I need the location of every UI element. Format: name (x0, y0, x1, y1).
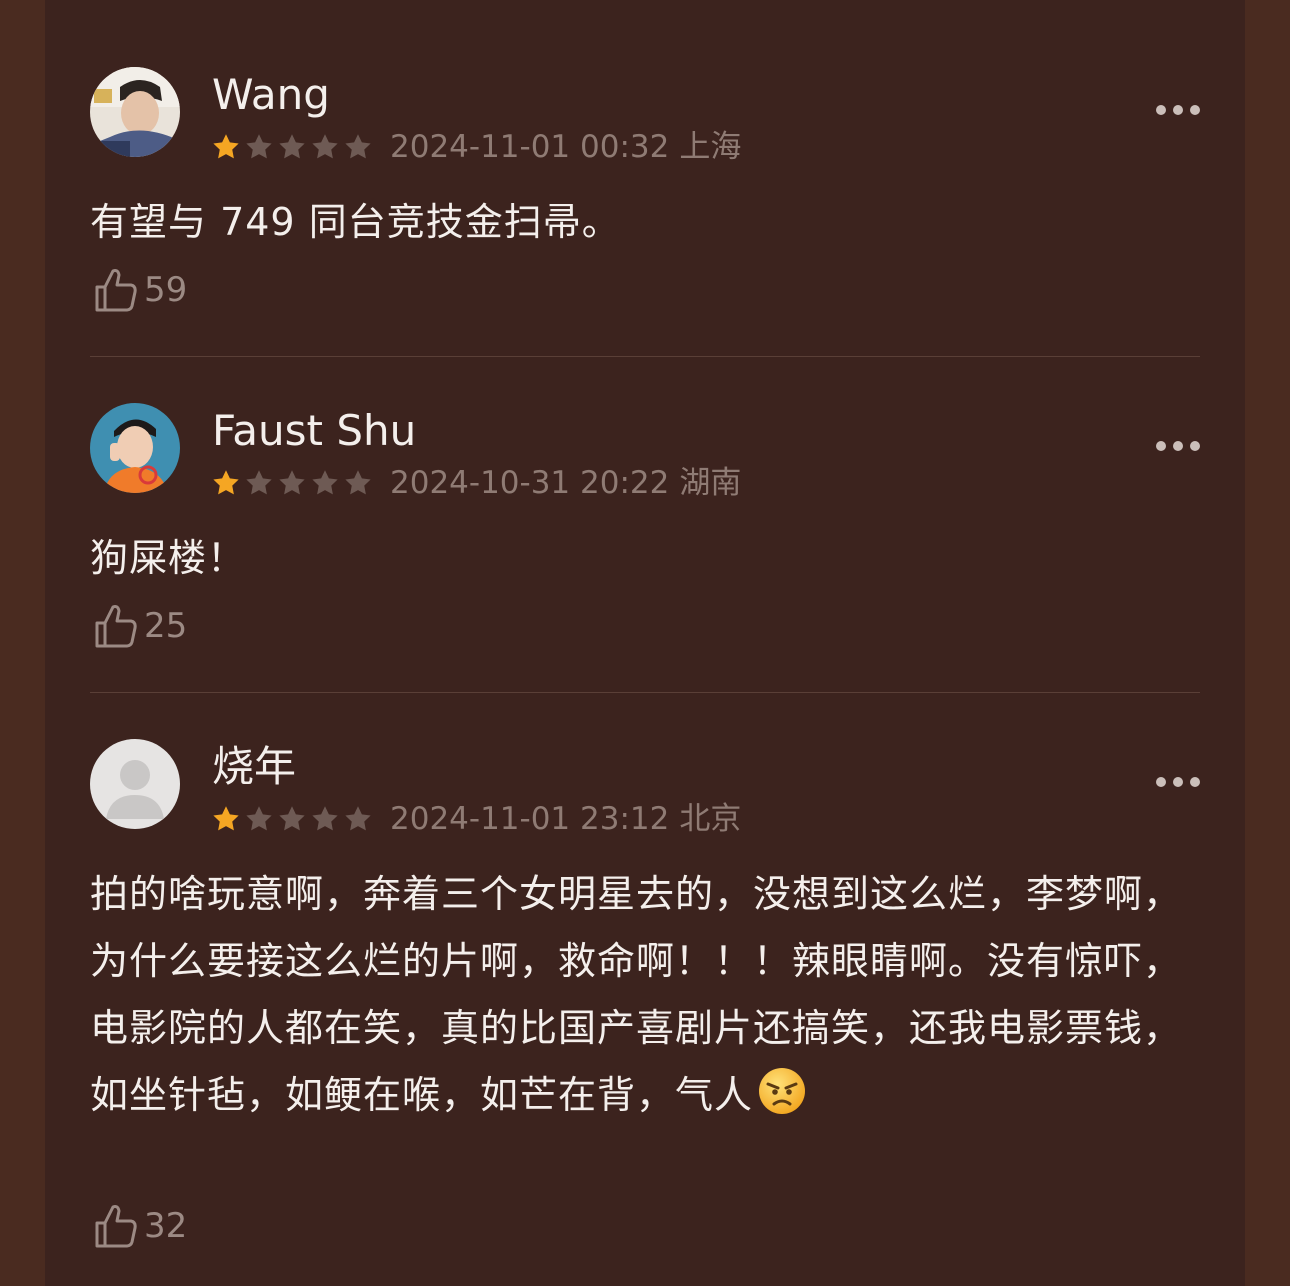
avatar[interactable] (90, 403, 180, 493)
star-empty-icon (246, 134, 272, 159)
review-content: 拍的啥玩意啊，奔着三个女明星去的，没想到这么烂，李梦啊，为什么要接这么烂的片啊，… (90, 861, 1200, 1129)
star-empty-icon (312, 134, 338, 159)
like-button[interactable]: 25 (94, 603, 187, 649)
rating-stars (210, 132, 374, 162)
thumbs-up-icon (95, 1205, 137, 1248)
review-location: 湖南 (679, 465, 742, 501)
review-location: 上海 (679, 129, 742, 165)
more-dots-icon[interactable] (1156, 767, 1200, 797)
star-empty-icon (279, 806, 305, 831)
like-button[interactable]: 59 (94, 267, 187, 313)
more-dots-icon[interactable] (1156, 431, 1200, 461)
review-content: 狗屎楼！ (90, 536, 247, 580)
thumbs-up-icon (95, 605, 137, 648)
username[interactable]: 烧年 (212, 741, 296, 793)
star-filled-icon (213, 806, 239, 831)
username[interactable]: Wang (212, 69, 330, 121)
like-count: 59 (144, 270, 188, 310)
review-item: Faust Shu 2024-10-31 20:22 湖南 狗屎楼！ 25 (90, 403, 1200, 663)
review-text: 拍的啥玩意啊，奔着三个女明星去的，没想到这么烂，李梦啊，为什么要接这么烂的片啊，… (90, 872, 1183, 1117)
like-button[interactable]: 32 (94, 1203, 187, 1249)
star-empty-icon (345, 470, 371, 495)
star-empty-icon (312, 470, 338, 495)
star-empty-icon (246, 470, 272, 495)
star-filled-icon (213, 134, 239, 159)
divider (90, 356, 1200, 357)
avatar[interactable] (90, 67, 180, 157)
star-empty-icon (279, 470, 305, 495)
like-count: 32 (144, 1206, 188, 1246)
star-empty-icon (279, 134, 305, 159)
review-content: 有望与 749 同台竞技金扫帚。 (90, 200, 621, 244)
review-item: 烧年 2024-11-01 23:12 北京 拍的啥玩意啊，奔着三个女明星去的，没… (90, 739, 1200, 1279)
star-empty-icon (345, 806, 371, 831)
more-dots-icon[interactable] (1156, 95, 1200, 125)
review-meta: 2024-11-01 23:12 北京 (210, 801, 741, 837)
like-count: 25 (144, 606, 188, 646)
username[interactable]: Faust Shu (212, 405, 416, 457)
review-date: 2024-11-01 23:12 (390, 801, 670, 837)
star-filled-icon (213, 470, 239, 495)
review-meta: 2024-11-01 00:32 上海 (210, 129, 741, 165)
thumbs-up-icon (95, 269, 137, 312)
rating-stars (210, 468, 374, 498)
star-empty-icon (246, 806, 272, 831)
review-date: 2024-11-01 00:32 (390, 129, 670, 165)
rating-stars (210, 804, 374, 834)
star-empty-icon (312, 806, 338, 831)
divider (90, 692, 1200, 693)
review-meta: 2024-10-31 20:22 湖南 (210, 465, 741, 501)
review-date: 2024-10-31 20:22 (390, 465, 670, 501)
avatar[interactable] (90, 739, 180, 829)
review-location: 北京 (679, 801, 742, 837)
star-empty-icon (345, 134, 371, 159)
review-item: Wang 2024-11-01 00:32 上海 有望与 749 同台竞技金扫帚。… (90, 67, 1200, 327)
angry-face-emoji-icon (759, 1068, 806, 1114)
